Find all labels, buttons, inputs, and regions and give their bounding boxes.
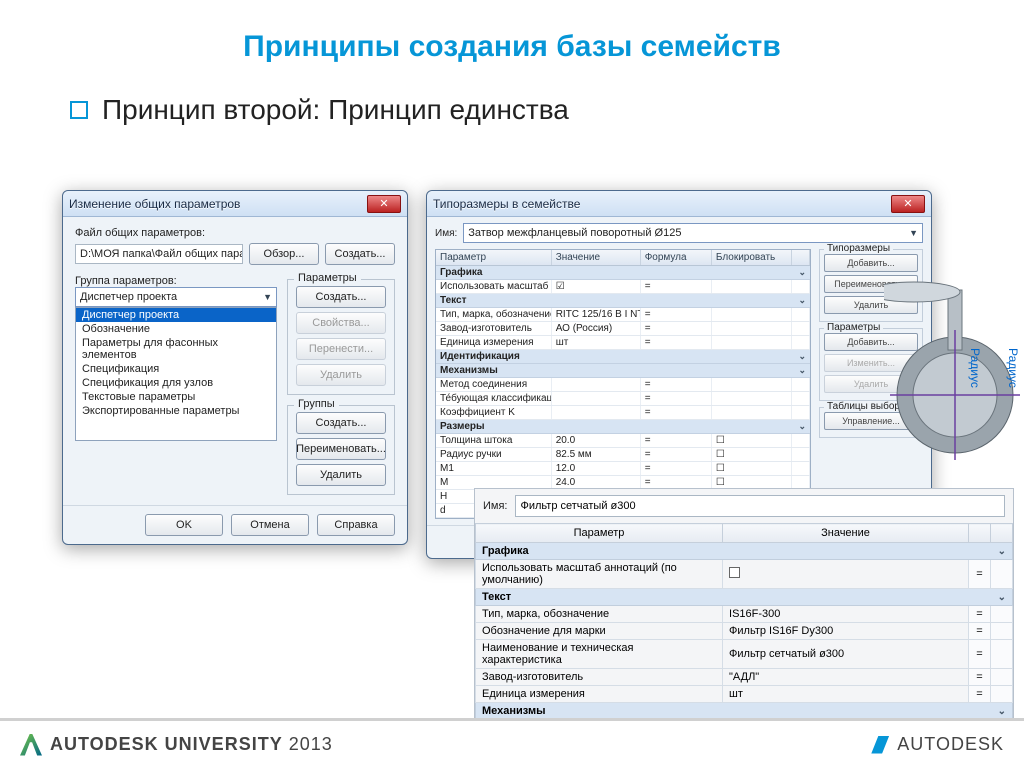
bullet-icon — [70, 101, 88, 119]
file-path-input[interactable]: D:\МОЯ папка\Файл общих параметров — [75, 244, 243, 264]
list-item[interactable]: Параметры для фасонных элементов — [76, 336, 276, 362]
table-row[interactable]: Использовать масштаб аннотаций (по умолч… — [476, 560, 1013, 589]
bullet-text: Принцип второй: Принцип единства — [102, 94, 569, 126]
checkbox-icon[interactable] — [729, 567, 740, 578]
radius-label: Радиус — [1006, 348, 1020, 388]
dialog-titlebar[interactable]: Типоразмеры в семействе ✕ — [427, 191, 931, 217]
param-move-button: Перенести... — [296, 338, 386, 360]
groups-group-title: Группы — [294, 398, 339, 410]
dialog-titlebar[interactable]: Изменение общих параметров ✕ — [63, 191, 407, 217]
slide-title: Принципы создания базы семейств — [0, 0, 1024, 84]
grid-header: ПараметрЗначениеФормулаБлокировать — [436, 250, 810, 266]
params-group-title: Параметры — [294, 272, 361, 284]
grid-row[interactable]: Те́бующая классификации= — [436, 392, 810, 406]
chevron-down-icon: ▼ — [909, 228, 918, 238]
grid-row[interactable]: Толщина штока20.0=☐ — [436, 434, 810, 448]
list-item[interactable]: Текстовые параметры — [76, 390, 276, 404]
section-mechanisms[interactable]: Механизмы⌄ — [476, 703, 1013, 720]
footer-bar: AUTODESK UNIVERSITY 2013 AUTODESK — [0, 718, 1024, 768]
type-value: Затвор межфланцевый поворотный Ø125 — [468, 227, 681, 239]
group-label: Группа параметров: — [75, 275, 277, 287]
model-preview: Радиус Радиус — [884, 260, 1024, 480]
grid-row[interactable]: Использовать масштаб анн.☑= — [436, 280, 810, 294]
section-text[interactable]: Текст⌄ — [476, 589, 1013, 606]
type-label: Имя: — [435, 228, 457, 239]
close-icon[interactable]: ✕ — [891, 195, 925, 213]
grid-row[interactable]: Радиус ручки82.5 мм=☐ — [436, 448, 810, 462]
browse-button[interactable]: Обзор... — [249, 243, 319, 265]
param-create-button[interactable]: Создать... — [296, 286, 386, 308]
help-button[interactable]: Справка — [317, 514, 395, 536]
table-row[interactable]: Наименование и техническая характеристик… — [476, 640, 1013, 669]
close-icon[interactable]: ✕ — [367, 195, 401, 213]
grid-section[interactable]: Идентификация⌄ — [436, 350, 810, 364]
ok-button[interactable]: OK — [145, 514, 223, 536]
group-dropdown[interactable]: Диспетчер проекта ▼ — [75, 287, 277, 307]
chevron-down-icon: ▼ — [263, 292, 272, 302]
grid-section[interactable]: Размеры⌄ — [436, 420, 810, 434]
grid-row[interactable]: M112.0=☐ — [436, 462, 810, 476]
section-graphics[interactable]: Графика⌄ — [476, 543, 1013, 560]
bullet-row: Принцип второй: Принцип единства — [0, 94, 1024, 126]
groups-group: Группы Создать... Переименовать... Удали… — [287, 405, 395, 495]
create-file-button[interactable]: Создать... — [325, 243, 395, 265]
list-item[interactable]: Спецификация для узлов — [76, 376, 276, 390]
table-row[interactable]: Обозначение для маркиФильтр IS16F Dy300= — [476, 623, 1013, 640]
shared-params-dialog: Изменение общих параметров ✕ Файл общих … — [62, 190, 408, 545]
list-item[interactable]: Спецификация — [76, 362, 276, 376]
param-grid[interactable]: ПараметрЗначениеФормулаБлокировать Графи… — [435, 249, 811, 519]
list-item[interactable]: Диспетчер проекта — [76, 308, 276, 322]
name-label: Имя: — [483, 500, 507, 512]
type-dropdown[interactable]: Затвор межфланцевый поворотный Ø125 ▼ — [463, 223, 923, 243]
dialog-title: Типоразмеры в семействе — [433, 197, 891, 211]
properties-table[interactable]: Параметр Значение Графика⌄ Использовать … — [475, 523, 1013, 720]
properties-panel: Имя: Фильтр сетчатый ø300 Параметр Значе… — [474, 488, 1014, 721]
file-label: Файл общих параметров: — [75, 227, 395, 239]
grid-section[interactable]: Графика⌄ — [436, 266, 810, 280]
autodesk-university-logo-icon — [20, 734, 42, 756]
group-delete-button[interactable]: Удалить — [296, 464, 386, 486]
group-selected: Диспетчер проекта — [80, 291, 177, 303]
dialog-title: Изменение общих параметров — [69, 197, 367, 211]
grid-row[interactable]: Завод-изготовительАО (Россия)= — [436, 322, 810, 336]
autodesk-logo-icon — [871, 736, 889, 754]
group-create-button[interactable]: Создать... — [296, 412, 386, 434]
param-props-button: Свойства... — [296, 312, 386, 334]
group-rename-button[interactable]: Переименовать... — [296, 438, 386, 460]
grid-row[interactable]: Метод соединения= — [436, 378, 810, 392]
param-delete-button: Удалить — [296, 364, 386, 386]
grid-section[interactable]: Текст⌄ — [436, 294, 810, 308]
table-header: Параметр Значение — [476, 524, 1013, 543]
autodesk-text: AUTODESK — [897, 734, 1004, 755]
grid-row[interactable]: Коэффициент K= — [436, 406, 810, 420]
cancel-button[interactable]: Отмена — [231, 514, 309, 536]
group-listbox[interactable]: Диспетчер проекта Обозначение Параметры … — [75, 307, 277, 441]
list-item[interactable]: Экспортированные параметры — [76, 404, 276, 418]
list-item[interactable]: Обозначение — [76, 322, 276, 336]
grid-row[interactable]: Единица измеренияшт= — [436, 336, 810, 350]
grid-row[interactable]: Тип, марка, обозначениеRITC 125/16 B I N… — [436, 308, 810, 322]
table-row[interactable]: Тип, марка, обозначениеIS16F-300= — [476, 606, 1013, 623]
au-text: AUTODESK UNIVERSITY 2013 — [50, 734, 333, 755]
params-group: Параметры Создать... Свойства... Перенес… — [287, 279, 395, 395]
table-row[interactable]: Единица измеренияшт= — [476, 686, 1013, 703]
radius-label: Радиус — [968, 348, 982, 388]
table-row[interactable]: Завод-изготовитель"АДЛ"= — [476, 669, 1013, 686]
name-input[interactable]: Фильтр сетчатый ø300 — [515, 495, 1005, 517]
grid-section[interactable]: Механизмы⌄ — [436, 364, 810, 378]
